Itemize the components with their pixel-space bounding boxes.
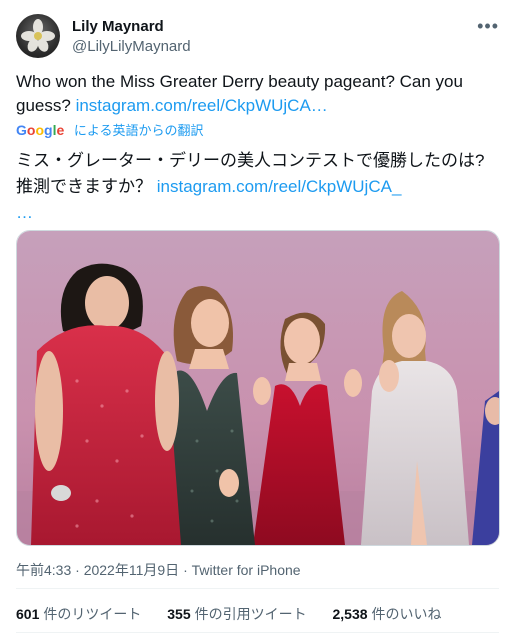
tweet-header: Lily Maynard @LilyLilyMaynard ••• xyxy=(16,14,499,64)
avatar[interactable] xyxy=(16,14,60,58)
pageant-stage-image xyxy=(17,231,499,545)
translation-attribution[interactable]: Google による英語からの翻訳 xyxy=(16,120,204,140)
tweet-text-original: Who won the Miss Greater Derry beauty pa… xyxy=(16,70,500,118)
likes-count: 2,538 xyxy=(332,606,368,622)
user-handle[interactable]: @LilyLilyMaynard xyxy=(72,38,191,55)
retweets-label: 件のリツイート xyxy=(43,606,142,622)
tweet-stats: 601 件のリツイート 355 件の引用ツイート 2,538 件のいいね xyxy=(16,604,464,624)
display-name[interactable]: Lily Maynard xyxy=(72,18,164,35)
translation-label[interactable]: による英語からの翻訳 xyxy=(74,123,204,138)
likes-label: 件のいいね xyxy=(371,606,442,622)
tweet-link-jp[interactable]: instagram.com/reel/CkpWUjCA_ xyxy=(157,177,402,196)
more-icon[interactable]: ••• xyxy=(477,16,499,37)
separator: · xyxy=(75,562,84,578)
tweet-date[interactable]: 2022年11月9日 xyxy=(84,562,179,578)
retweets-count: 601 xyxy=(16,606,40,622)
tweet-meta: 午前4:33 · 2022年11月9日 · Twitter for iPhone xyxy=(16,560,301,580)
quotes-stat[interactable]: 355 件の引用ツイート xyxy=(167,606,306,622)
quotes-count: 355 xyxy=(167,606,191,622)
retweets-stat[interactable]: 601 件のリツイート xyxy=(16,606,141,622)
tweet-text-translated: ミス・グレーター・デリーの美人コンテストで優勝したのは?推測できますか？ ins… xyxy=(16,148,500,226)
tweet-link-jp-ellipsis[interactable]: … xyxy=(16,203,33,222)
google-logo: Google xyxy=(16,122,65,138)
tweet-time[interactable]: 午前4:33 xyxy=(16,562,71,578)
separator: · xyxy=(183,562,188,578)
quotes-label: 件の引用ツイート xyxy=(194,606,307,622)
divider xyxy=(16,588,499,589)
flower-icon xyxy=(21,19,55,52)
tweet-media-video[interactable] xyxy=(16,230,500,546)
tweet-link-en[interactable]: instagram.com/reel/CkpWUjCA… xyxy=(76,96,328,115)
likes-stat[interactable]: 2,538 件のいいね xyxy=(333,606,442,622)
tweet-source: Twitter for iPhone xyxy=(191,562,301,578)
divider xyxy=(16,632,499,633)
